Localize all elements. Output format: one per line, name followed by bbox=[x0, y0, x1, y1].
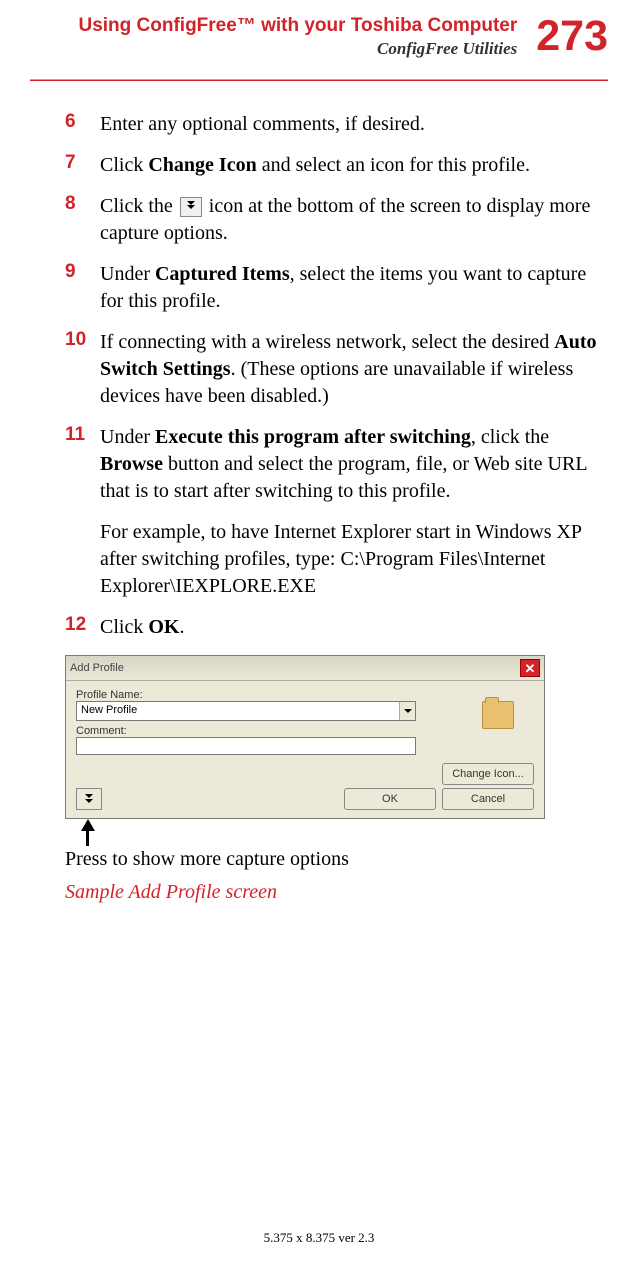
folder-icon bbox=[482, 701, 514, 729]
profile-name-label: Profile Name: bbox=[76, 689, 534, 701]
step-12: 12 Click OK. bbox=[65, 614, 598, 641]
step-number: 9 bbox=[65, 261, 100, 283]
screenshot-figure: Add Profile ✕ Profile Name: New Profile … bbox=[65, 655, 598, 904]
step-10: 10If connecting with a wireless network,… bbox=[65, 329, 598, 410]
arrow-up-icon bbox=[81, 819, 95, 831]
header-title: Using ConfigFree™ with your Toshiba Comp… bbox=[78, 15, 517, 36]
step-number: 8 bbox=[65, 193, 100, 215]
close-button[interactable]: ✕ bbox=[520, 659, 540, 677]
ok-button[interactable]: OK bbox=[344, 788, 436, 810]
step-text: Under Execute this program after switchi… bbox=[100, 424, 598, 505]
add-profile-dialog: Add Profile ✕ Profile Name: New Profile … bbox=[65, 655, 545, 819]
page-number: 273 bbox=[536, 15, 608, 58]
step-number: 11 bbox=[65, 424, 100, 446]
annotation-text: Press to show more capture options bbox=[65, 848, 598, 871]
step-text: Click the icon at the bottom of the scre… bbox=[100, 193, 598, 247]
step-text: If connecting with a wireless network, s… bbox=[100, 329, 598, 410]
header-subtitle: ConfigFree Utilities bbox=[78, 39, 517, 59]
step-7: 7Click Change Icon and select an icon fo… bbox=[65, 152, 598, 179]
profile-name-value: New Profile bbox=[77, 702, 399, 720]
step-number: 6 bbox=[65, 111, 100, 133]
step-text: Click Change Icon and select an icon for… bbox=[100, 152, 530, 179]
cancel-button[interactable]: Cancel bbox=[442, 788, 534, 810]
dialog-title: Add Profile bbox=[70, 662, 124, 674]
comment-label: Comment: bbox=[76, 725, 534, 737]
step-text: Enter any optional comments, if desired. bbox=[100, 111, 425, 138]
comment-input[interactable] bbox=[76, 737, 416, 755]
step-9: 9Under Captured Items, select the items … bbox=[65, 261, 598, 315]
page-header: Using ConfigFree™ with your Toshiba Comp… bbox=[0, 0, 638, 59]
step-8: 8Click the icon at the bottom of the scr… bbox=[65, 193, 598, 247]
page-footer: 5.375 x 8.375 ver 2.3 bbox=[0, 1230, 638, 1246]
arrow-annotation bbox=[78, 819, 598, 846]
chevron-down-icon bbox=[180, 197, 202, 217]
step-text: Under Captured Items, select the items y… bbox=[100, 261, 598, 315]
profile-name-combo[interactable]: New Profile bbox=[76, 701, 416, 721]
example-paragraph: For example, to have Internet Explorer s… bbox=[100, 519, 598, 600]
header-title-block: Using ConfigFree™ with your Toshiba Comp… bbox=[78, 15, 517, 59]
expand-button[interactable] bbox=[76, 788, 102, 810]
step-number: 10 bbox=[65, 329, 100, 351]
arrow-stem bbox=[86, 831, 89, 846]
dialog-body: Profile Name: New Profile Comment: Chang… bbox=[66, 681, 544, 818]
figure-caption: Sample Add Profile screen bbox=[65, 881, 598, 904]
step-text: Click OK. bbox=[100, 614, 184, 641]
step-6: 6Enter any optional comments, if desired… bbox=[65, 111, 598, 138]
main-content: 6Enter any optional comments, if desired… bbox=[0, 81, 638, 904]
step-11: 11Under Execute this program after switc… bbox=[65, 424, 598, 505]
step-number: 12 bbox=[65, 614, 100, 636]
change-icon-button[interactable]: Change Icon... bbox=[442, 763, 534, 785]
dropdown-icon[interactable] bbox=[399, 702, 415, 720]
step-number: 7 bbox=[65, 152, 100, 174]
dialog-titlebar: Add Profile ✕ bbox=[66, 656, 544, 681]
